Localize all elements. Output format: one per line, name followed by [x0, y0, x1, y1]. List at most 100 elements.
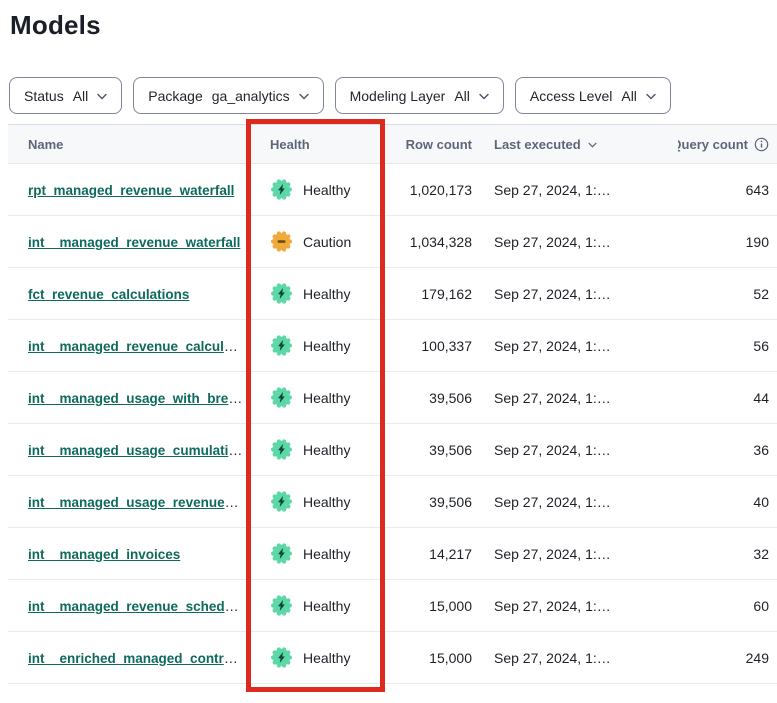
model-name-link[interactable]: int__enriched_managed_contracts [28, 650, 251, 666]
models-page: Models Status All Package ga_analytics M… [0, 0, 777, 684]
query-count-cell: 52 [678, 286, 777, 302]
name-cell: rpt_managed_revenue_waterfall [8, 182, 254, 198]
last-executed-cell: Sep 27, 2024, 1:… [472, 546, 678, 562]
health-badge-label: Healthy [303, 390, 350, 406]
column-header-health: Health [254, 137, 394, 152]
last-executed-cell: Sep 27, 2024, 1:… [472, 598, 678, 614]
row-count-cell: 1,034,328 [394, 234, 472, 250]
query-count-cell: 36 [678, 442, 777, 458]
sort-chevron-down-icon [588, 142, 597, 148]
page-title: Models [10, 10, 777, 41]
health-badge-label: Healthy [303, 546, 350, 562]
health-cell: Healthy [254, 386, 394, 409]
health-cell: Healthy [254, 594, 394, 617]
table-row: int__managed_usage_with_breaka… [8, 372, 777, 424]
model-name-link[interactable]: rpt_managed_revenue_waterfall [28, 183, 234, 198]
health-healthy-icon [270, 386, 293, 409]
last-executed-cell: Sep 27, 2024, 1:… [472, 650, 678, 666]
model-name-link[interactable]: int__managed_usage_cumulative_… [28, 442, 254, 458]
name-cell: int__managed_revenue_calculations [8, 338, 254, 354]
health-badge-label: Healthy [303, 598, 350, 614]
filter-bar: Status All Package ga_analytics Modeling… [9, 77, 777, 114]
health-caution-icon [270, 230, 293, 253]
model-name-link[interactable]: int__managed_revenue_schedule_… [28, 598, 254, 614]
health-healthy-icon [270, 334, 293, 357]
health-healthy-icon [270, 438, 293, 461]
table-row: int__managed_invoices [8, 528, 777, 580]
filter-value: All [454, 88, 470, 104]
table-row: int__enriched_managed_contracts [8, 632, 777, 684]
health-healthy-icon [270, 542, 293, 565]
health-badge-label: Healthy [303, 338, 350, 354]
health-cell: Healthy [254, 490, 394, 513]
name-cell: int__managed_revenue_waterfall [8, 234, 254, 250]
query-count-cell: 56 [678, 338, 777, 354]
last-executed-cell: Sep 27, 2024, 1:… [472, 286, 678, 302]
model-name-link[interactable]: int__managed_revenue_calculations [28, 338, 254, 354]
row-count-cell: 14,217 [394, 546, 472, 562]
row-count-cell: 15,000 [394, 650, 472, 666]
filter-label: Status [24, 88, 64, 104]
filter-access-level[interactable]: Access Level All [515, 77, 671, 114]
last-executed-cell: Sep 27, 2024, 1:… [472, 390, 678, 406]
name-cell: int__managed_usage_revenue_sc… [8, 494, 254, 510]
last-executed-cell: Sep 27, 2024, 1:… [472, 442, 678, 458]
column-header-row-count: Row count [394, 137, 472, 152]
query-count-cell: 190 [678, 234, 777, 250]
row-count-cell: 39,506 [394, 390, 472, 406]
filter-status[interactable]: Status All [9, 77, 122, 114]
filter-label: Access Level [530, 88, 612, 104]
health-healthy-icon [270, 594, 293, 617]
table-row: rpt_managed_revenue_waterfall [8, 164, 777, 216]
column-header-last-executed[interactable]: Last executed [472, 137, 678, 152]
filter-value: All [621, 88, 637, 104]
table-row: int__managed_usage_revenue_sc… [8, 476, 777, 528]
filter-package[interactable]: Package ga_analytics [133, 77, 323, 114]
column-header-query-count-label: Query count [678, 137, 748, 152]
table-row: int__managed_revenue_schedule_… [8, 580, 777, 632]
column-header-query-count: Query count [678, 137, 777, 152]
health-cell: Caution [254, 230, 394, 253]
health-badge-label: Healthy [303, 442, 350, 458]
model-name-link[interactable]: fct_revenue_calculations [28, 287, 189, 302]
query-count-cell: 44 [678, 390, 777, 406]
filter-label: Package [148, 88, 202, 104]
health-cell: Healthy [254, 282, 394, 305]
model-name-link[interactable]: int__managed_usage_revenue_sc… [28, 494, 254, 510]
health-cell: Healthy [254, 646, 394, 669]
health-healthy-icon [270, 282, 293, 305]
health-badge-label: Healthy [303, 494, 350, 510]
info-icon[interactable] [754, 137, 769, 152]
row-count-cell: 39,506 [394, 442, 472, 458]
row-count-cell: 179,162 [394, 286, 472, 302]
health-cell: Healthy [254, 178, 394, 201]
health-badge-label: Healthy [303, 286, 350, 302]
row-count-cell: 1,020,173 [394, 182, 472, 198]
model-name-link[interactable]: int__managed_invoices [28, 547, 180, 562]
chevron-down-icon [299, 93, 309, 100]
health-healthy-icon [270, 490, 293, 513]
health-badge-label: Healthy [303, 182, 350, 198]
chevron-down-icon [97, 93, 107, 100]
health-healthy-icon [270, 178, 293, 201]
filter-value: ga_analytics [212, 88, 290, 104]
health-badge-label: Caution [303, 234, 351, 250]
name-cell: fct_revenue_calculations [8, 286, 254, 302]
table-body: rpt_managed_revenue_waterfall [8, 164, 777, 684]
filter-value: All [73, 88, 89, 104]
filter-label: Modeling Layer [350, 88, 446, 104]
name-cell: int__managed_usage_cumulative_… [8, 442, 254, 458]
name-cell: int__managed_usage_with_breaka… [8, 390, 254, 406]
query-count-cell: 643 [678, 182, 777, 198]
filter-modeling-layer[interactable]: Modeling Layer All [335, 77, 504, 114]
name-cell: int__managed_revenue_schedule_… [8, 598, 254, 614]
column-header-last-executed-label: Last executed [494, 137, 581, 152]
last-executed-cell: Sep 27, 2024, 1:… [472, 494, 678, 510]
name-cell: int__managed_invoices [8, 546, 254, 562]
model-name-link[interactable]: int__managed_usage_with_breaka… [28, 390, 254, 406]
health-healthy-icon [270, 646, 293, 669]
table-row: int__managed_usage_cumulative_… [8, 424, 777, 476]
row-count-cell: 15,000 [394, 598, 472, 614]
model-name-link[interactable]: int__managed_revenue_waterfall [28, 235, 240, 250]
table-row: int__managed_revenue_waterfall [8, 216, 777, 268]
